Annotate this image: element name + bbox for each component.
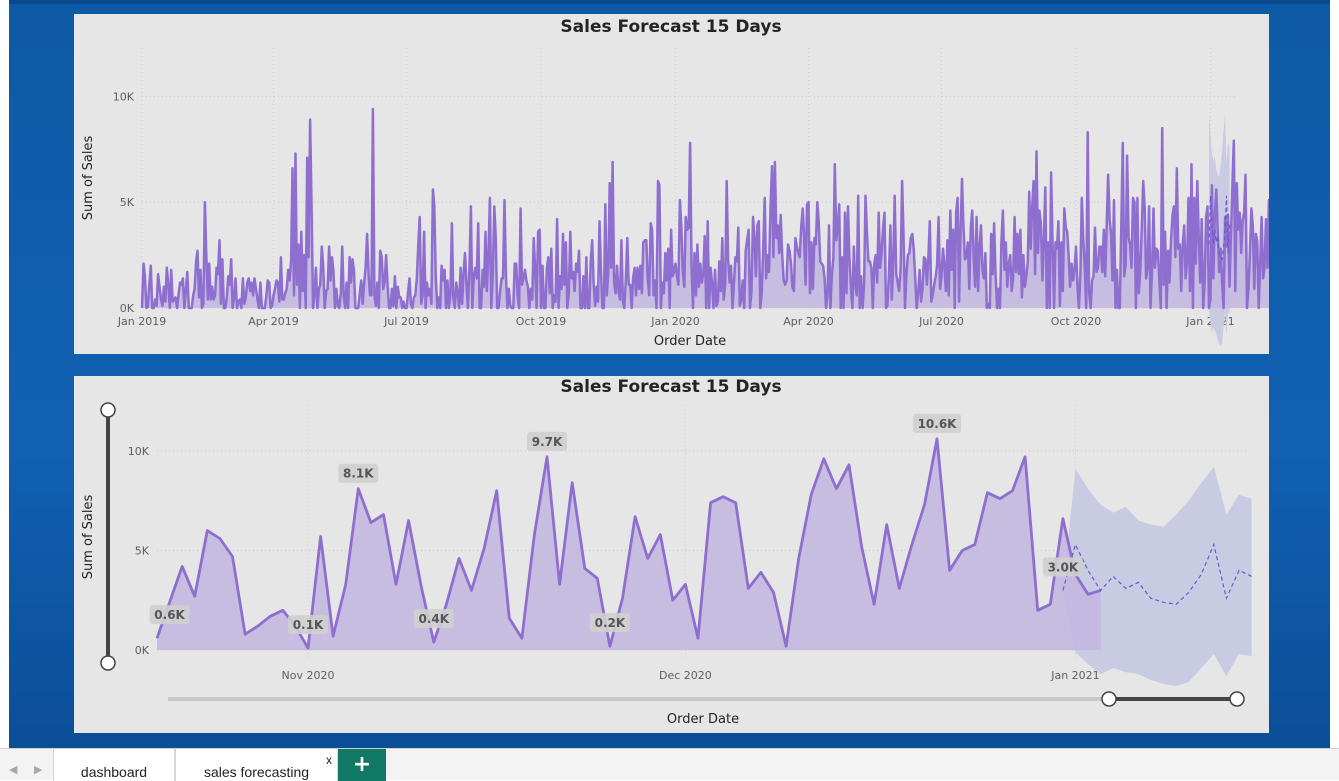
right-margin <box>1330 0 1339 748</box>
chart-title: Sales Forecast 15 Days <box>560 17 781 37</box>
tab-sales-forecasting-label: sales forecasting <box>203 764 310 780</box>
y-tick-label: 10K <box>113 90 135 103</box>
y-zoom-handle-top[interactable] <box>100 402 116 418</box>
left-margin <box>0 0 9 748</box>
forecast-confidence-band <box>1062 466 1252 686</box>
x-tick-label: Oct 2020 <box>1051 315 1102 328</box>
data-label: 3.0K <box>1048 560 1079 574</box>
x-zoom-handle-right[interactable] <box>1229 691 1245 707</box>
x-axis-label: Order Date <box>654 334 726 349</box>
x-tick-label: Jan 2020 <box>650 315 699 328</box>
x-tick-label: Apr 2020 <box>783 315 834 328</box>
data-label: 8.1K <box>343 467 374 481</box>
x-tick-label: Nov 2020 <box>281 669 334 682</box>
chart-full-svg: Sales Forecast 15 Days 0K 5K 10K Jan 2019 Apr… <box>81 17 1339 349</box>
data-label: 0.6K <box>154 608 185 622</box>
y-tick-label: 5K <box>120 196 135 209</box>
report-canvas: Sales Forecast 15 Days 0K 5K 10K Jan 2019 Apr… <box>0 0 1339 780</box>
x-tick-label: Oct 2019 <box>516 315 567 328</box>
y-axis-label: Sum of Sales <box>81 136 96 221</box>
scroll-right-icon[interactable]: ▶ <box>34 763 42 776</box>
data-label: 0.1K <box>293 618 324 632</box>
y-axis-label: Sum of Sales <box>81 495 96 580</box>
top-border <box>9 0 1330 4</box>
y-tick-label: 10K <box>128 445 150 458</box>
x-tick-label: Dec 2020 <box>659 669 712 682</box>
chart-title: Sales Forecast 15 Days <box>560 377 781 397</box>
add-page-button[interactable]: + <box>338 749 386 781</box>
tab-dashboard-label: dashboard <box>80 764 148 780</box>
x-tick-label: Jan 2019 <box>117 315 166 328</box>
y-tick-label: 0K <box>135 644 150 657</box>
chart-zoomed-svg: Sales Forecast 15 Days 0K 5K 10K Nov 2020 Dec… <box>81 377 1252 727</box>
close-tab-icon[interactable]: x <box>326 753 332 767</box>
data-label: 0.4K <box>419 612 450 626</box>
x-tick-label: Jul 2020 <box>918 315 964 328</box>
sales-forecast-chart-full[interactable]: Sales Forecast 15 Days 0K 5K 10K Jan 2019 Apr… <box>74 14 1339 354</box>
sales-forecast-chart-zoomed[interactable]: Sales Forecast 15 Days 0K 5K 10K Nov 2020 Dec… <box>74 376 1269 733</box>
y-tick-label: 0K <box>120 302 135 315</box>
x-zoom-handle-left[interactable] <box>1101 691 1117 707</box>
tab-dashboard[interactable]: dashboard <box>53 749 175 781</box>
scroll-left-icon[interactable]: ◀ <box>9 763 17 776</box>
y-tick-label: 5K <box>135 545 150 558</box>
data-label: 9.7K <box>532 435 563 449</box>
x-tick-label: Apr 2019 <box>248 315 299 328</box>
x-axis-label: Order Date <box>667 712 739 727</box>
y-zoom-handle-bottom[interactable] <box>100 655 116 671</box>
x-tick-label: Jul 2019 <box>383 315 429 328</box>
x-tick-label: Jan 2021 <box>1050 669 1099 682</box>
data-label: 10.6K <box>918 417 958 431</box>
page-tab-bar: ◀ ▶ dashboard sales forecasting x + <box>0 748 1339 781</box>
tab-sales-forecasting[interactable]: sales forecasting x <box>175 749 338 781</box>
data-label: 0.2K <box>595 616 626 630</box>
